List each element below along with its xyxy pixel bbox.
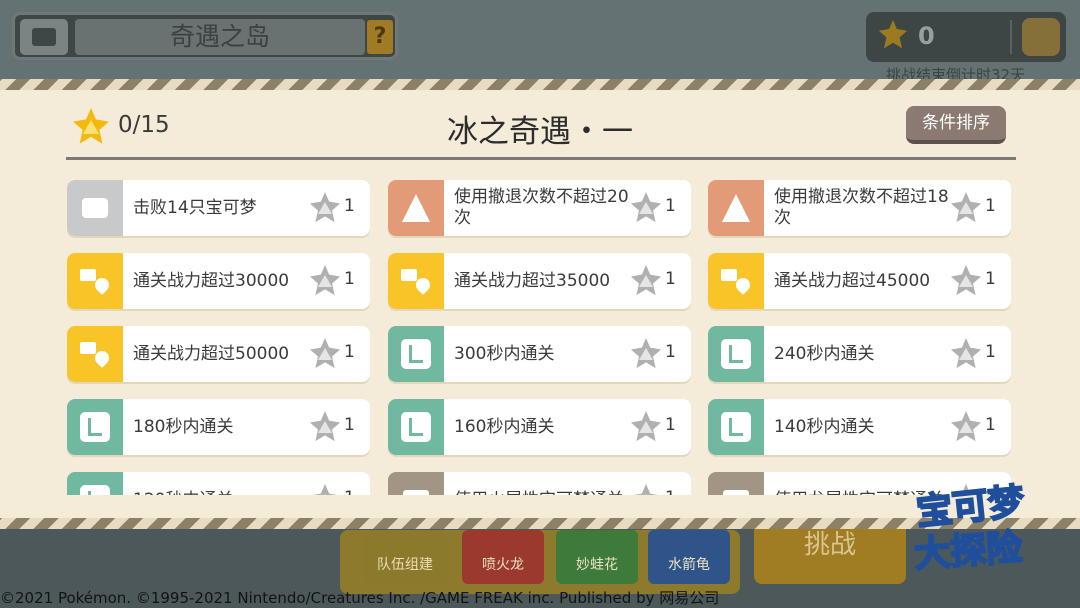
logo-line2: 大探险 — [912, 526, 1025, 576]
party-icon — [67, 180, 123, 236]
silver-star-icon — [630, 192, 662, 223]
search-settings-icon[interactable] — [1022, 18, 1060, 56]
reward-count: 1 — [344, 342, 355, 362]
home-icon[interactable] — [20, 19, 68, 55]
power-icon — [388, 253, 444, 309]
sort-button[interactable]: 条件排序 — [906, 106, 1006, 144]
power-icon — [67, 253, 123, 309]
type-icon — [708, 472, 764, 495]
venusaur-button[interactable]: 妙蛙花 — [556, 530, 638, 584]
star-progress: 0/15 — [118, 112, 170, 138]
retreat-icon — [708, 180, 764, 236]
modal-stripe-top — [0, 79, 1080, 90]
timer-icon — [388, 326, 444, 382]
timer-icon — [388, 399, 444, 455]
type-icon — [388, 472, 444, 495]
power-icon — [67, 326, 123, 382]
condition-text: 通关战力超过45000 — [774, 270, 931, 291]
condition-card[interactable]: 180秒内通关 1 — [67, 399, 370, 455]
condition-text: 140秒内通关 — [774, 416, 875, 437]
island-header: 奇遇之岛 ? — [12, 12, 398, 60]
title-divider — [66, 157, 1016, 160]
timer-icon — [708, 326, 764, 382]
timer-icon — [67, 399, 123, 455]
silver-star-icon — [950, 265, 982, 296]
condition-text: 使用撤退次数不超过20次 — [454, 187, 629, 228]
condition-card[interactable]: 通关战力超过30000 1 — [67, 253, 370, 309]
condition-text: 击败14只宝可梦 — [133, 197, 257, 218]
game-logo: 宝可梦 大探险 — [910, 478, 1078, 576]
condition-card[interactable]: 通关战力超过50000 1 — [67, 326, 370, 382]
condition-text: 通关战力超过50000 — [133, 343, 290, 364]
condition-card[interactable]: 140秒内通关 1 — [708, 399, 1011, 455]
silver-star-icon — [630, 338, 662, 369]
silver-star-icon — [950, 338, 982, 369]
condition-text: 通关战力超过35000 — [454, 270, 611, 291]
condition-card[interactable]: 300秒内通关 1 — [388, 326, 691, 382]
silver-star-icon — [630, 411, 662, 442]
help-button[interactable]: ? — [367, 20, 393, 54]
reward-count: 1 — [665, 269, 676, 289]
charizard-button[interactable]: 喷火龙 — [462, 530, 544, 584]
condition-card[interactable]: 通关战力超过35000 1 — [388, 253, 691, 309]
condition-text: 240秒内通关 — [774, 343, 875, 364]
silver-star-icon — [309, 338, 341, 369]
reward-count: 1 — [985, 196, 996, 216]
timer-icon — [708, 399, 764, 455]
condition-card[interactable]: 使用撤退次数不超过18次 1 — [708, 180, 1011, 236]
silver-star-icon — [309, 484, 341, 495]
blastoise-button[interactable]: 水箭龟 — [648, 530, 730, 584]
reward-count: 1 — [985, 342, 996, 362]
divider — [1010, 20, 1012, 54]
star-count: 0 — [918, 22, 935, 50]
star-counter: 0 — [866, 12, 1066, 62]
star-icon — [878, 20, 908, 49]
reward-count: 1 — [985, 415, 996, 435]
retreat-icon — [388, 180, 444, 236]
condition-text: 通关战力超过30000 — [133, 270, 290, 291]
island-title: 奇遇之岛 — [75, 19, 365, 55]
silver-star-icon — [309, 192, 341, 223]
copyright-text: ©2021 Pokémon. ©1995-2021 Nintendo/Creat… — [0, 589, 720, 607]
panel-title: 冰之奇遇・一 — [447, 114, 633, 150]
condition-card[interactable]: 使用撤退次数不超过20次 1 — [388, 180, 691, 236]
condition-text: 160秒内通关 — [454, 416, 555, 437]
silver-star-icon — [309, 411, 341, 442]
reward-count: 1 — [985, 269, 996, 289]
reward-count: 1 — [344, 415, 355, 435]
silver-star-icon — [630, 265, 662, 296]
condition-card[interactable]: 160秒内通关 1 — [388, 399, 691, 455]
condition-card[interactable]: 120秒内通关 1 — [67, 472, 370, 495]
condition-card[interactable]: 通关战力超过45000 1 — [708, 253, 1011, 309]
reward-count: 1 — [344, 196, 355, 216]
condition-card[interactable]: 240秒内通关 1 — [708, 326, 1011, 382]
condition-text: 300秒内通关 — [454, 343, 555, 364]
power-icon — [708, 253, 764, 309]
condition-card[interactable]: 击败14只宝可梦 1 — [67, 180, 370, 236]
timer-icon — [67, 472, 123, 495]
condition-text: 180秒内通关 — [133, 416, 234, 437]
condition-text: 使用撤退次数不超过18次 — [774, 187, 949, 228]
reward-count: 1 — [344, 488, 355, 495]
reward-count: 1 — [665, 415, 676, 435]
condition-card[interactable]: 使用火属性宝可梦通关 1 — [388, 472, 691, 495]
team-button[interactable]: 队伍组建 — [364, 530, 446, 584]
reward-count: 1 — [665, 342, 676, 362]
silver-star-icon — [630, 484, 662, 495]
reward-count: 1 — [665, 196, 676, 216]
reward-count: 1 — [344, 269, 355, 289]
challenge-button[interactable]: 挑战 — [754, 520, 906, 584]
reward-count: 1 — [665, 488, 676, 495]
conditions-list[interactable]: 击败14只宝可梦 1 使用撤退次数不超过20次 1 使用撤退次数不超过18次 1 通关战力超… — [60, 172, 1020, 495]
silver-star-icon — [309, 265, 341, 296]
silver-star-icon — [950, 411, 982, 442]
silver-star-icon — [950, 192, 982, 223]
condition-text: 120秒内通关 — [133, 472, 313, 496]
condition-text: 使用火属性宝可梦通关 — [454, 472, 634, 496]
